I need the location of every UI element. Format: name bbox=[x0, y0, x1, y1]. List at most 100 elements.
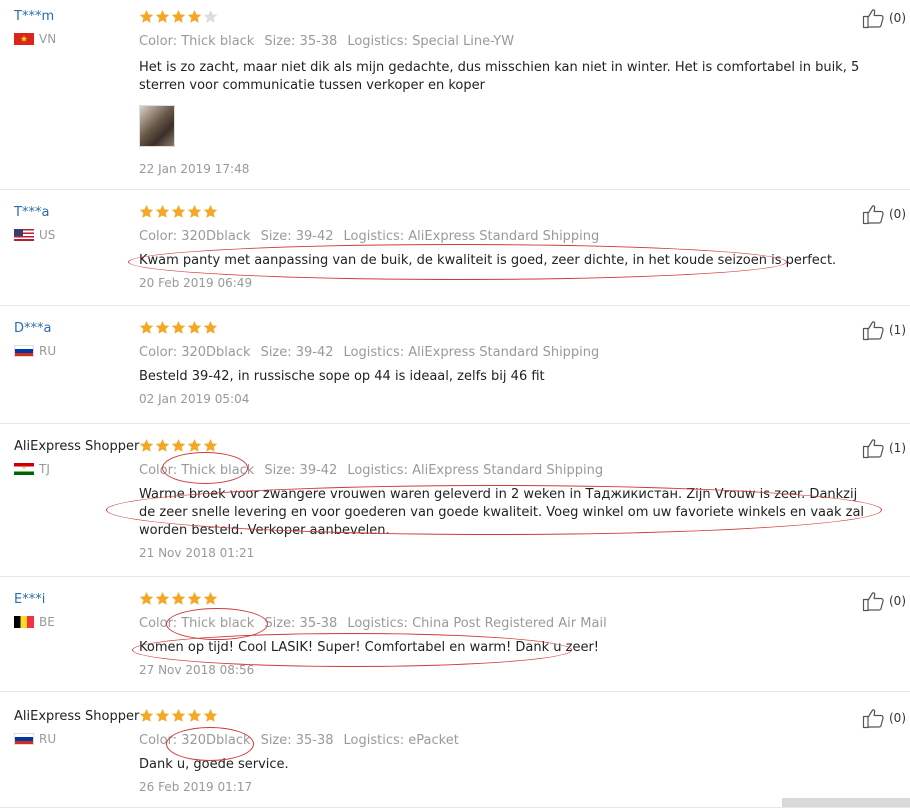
review-logistics: Logistics: Special Line-YW bbox=[347, 34, 515, 49]
star-filled-icon bbox=[139, 9, 154, 24]
reviewer-name[interactable]: E***i bbox=[14, 592, 139, 607]
review-attributes: Color: Thick black Size: 35-38 Logistics: … bbox=[139, 34, 869, 49]
review-item: T***m VN Color: Thick black Size: 35-38 Lo… bbox=[0, 0, 910, 190]
star-filled-icon bbox=[139, 204, 154, 219]
helpful-count: (0) bbox=[889, 11, 906, 25]
thumbs-up-icon bbox=[862, 319, 886, 341]
star-filled-icon bbox=[187, 708, 202, 723]
star-filled-icon bbox=[171, 204, 186, 219]
reviewer-info: T***m VN bbox=[14, 9, 139, 46]
star-filled-icon bbox=[139, 591, 154, 606]
helpful-button[interactable]: (1) bbox=[862, 437, 906, 459]
review-attributes: Color: Thick black Size: 39-42 Logistics: … bbox=[139, 463, 869, 478]
star-filled-icon bbox=[155, 708, 170, 723]
reviewer-country: VN bbox=[14, 32, 139, 46]
reviewer-info: E***i BE bbox=[14, 592, 139, 629]
review-date: 26 Feb 2019 01:17 bbox=[139, 780, 253, 794]
reviewer-country: TJ bbox=[14, 462, 139, 476]
thumbs-up-icon bbox=[862, 590, 886, 612]
vn-flag-icon bbox=[14, 33, 34, 45]
review-attributes: Color: 320Dblack Size: 39-42 Logistics: Al… bbox=[139, 345, 869, 360]
tj-flag-icon bbox=[14, 463, 34, 475]
star-filled-icon bbox=[155, 591, 170, 606]
helpful-button[interactable]: (0) bbox=[862, 7, 906, 29]
star-filled-icon bbox=[171, 320, 186, 335]
helpful-count: (0) bbox=[889, 207, 906, 221]
reviewer-country: RU bbox=[14, 732, 139, 746]
star-filled-icon bbox=[171, 438, 186, 453]
star-filled-icon bbox=[155, 9, 170, 24]
country-code: BE bbox=[39, 615, 55, 629]
review-logistics: Logistics: ePacket bbox=[343, 733, 459, 748]
star-filled-icon bbox=[155, 204, 170, 219]
reviewer-name: AliExpress Shopper bbox=[14, 439, 140, 454]
review-logistics: Logistics: China Post Registered Air Mai… bbox=[347, 616, 607, 631]
review-item: D***a RU Color: 320Dblack Size: 39-42 Logi… bbox=[0, 305, 910, 424]
star-rating bbox=[139, 708, 869, 724]
review-date: 02 Jan 2019 05:04 bbox=[139, 392, 250, 406]
star-filled-icon bbox=[187, 320, 202, 335]
country-code: US bbox=[39, 228, 56, 242]
reviewer-name[interactable]: T***m bbox=[14, 9, 139, 24]
review-color: Color: 320Dblack bbox=[139, 733, 251, 748]
star-filled-icon bbox=[171, 9, 186, 24]
reviewer-name[interactable]: T***a bbox=[14, 205, 139, 220]
country-code: RU bbox=[39, 732, 57, 746]
review-logistics: Logistics: AliExpress Standard Shipping bbox=[343, 229, 600, 244]
be-flag-icon bbox=[14, 616, 34, 628]
country-code: VN bbox=[39, 32, 57, 46]
review-logistics: Logistics: AliExpress Standard Shipping bbox=[343, 345, 600, 360]
star-filled-icon bbox=[155, 320, 170, 335]
review-logistics: Logistics: AliExpress Standard Shipping bbox=[347, 463, 604, 478]
review-item: E***i BE Color: Thick black Size: 35-38 Lo… bbox=[0, 576, 910, 692]
review-item: AliExpress Shopper RU Color: 320Dblack Si… bbox=[0, 691, 910, 808]
review-attributes: Color: 320Dblack Size: 39-42 Logistics: Al… bbox=[139, 229, 869, 244]
star-filled-icon bbox=[187, 204, 202, 219]
review-size: Size: 35-38 bbox=[260, 733, 334, 748]
helpful-button[interactable]: (1) bbox=[862, 319, 906, 341]
star-filled-icon bbox=[171, 591, 186, 606]
review-text: Besteld 39-42, in russische sope op 44 i… bbox=[139, 369, 545, 384]
reviewer-info: AliExpress Shopper RU bbox=[14, 709, 139, 746]
star-filled-icon bbox=[203, 320, 218, 335]
ru-flag-icon bbox=[14, 345, 34, 357]
star-filled-icon bbox=[203, 591, 218, 606]
review-text: Kwam panty met aanpassing van de buik, d… bbox=[139, 253, 837, 268]
review-text: Komen op tijd! Cool LASIK! Super! Comfor… bbox=[139, 640, 600, 655]
review-photo-thumbnail[interactable] bbox=[139, 105, 175, 147]
reviewer-info: D***a RU bbox=[14, 321, 139, 358]
thumbs-up-icon bbox=[862, 437, 886, 459]
review-color: Color: Thick black bbox=[139, 463, 255, 478]
review-text: Dank u, goede service. bbox=[139, 757, 289, 772]
review-date: 22 Jan 2019 17:48 bbox=[139, 162, 250, 176]
reviewer-info: T***a US bbox=[14, 205, 139, 242]
star-rating bbox=[139, 438, 869, 454]
star-filled-icon bbox=[187, 438, 202, 453]
star-filled-icon bbox=[203, 204, 218, 219]
reviewer-name[interactable]: D***a bbox=[14, 321, 139, 336]
star-filled-icon bbox=[203, 438, 218, 453]
star-filled-icon bbox=[187, 591, 202, 606]
helpful-count: (0) bbox=[889, 711, 906, 725]
star-filled-icon bbox=[187, 9, 202, 24]
ru-flag-icon bbox=[14, 733, 34, 745]
review-date: 21 Nov 2018 01:21 bbox=[139, 546, 255, 560]
review-text: Warme broek voor zwangere vrouwen waren … bbox=[139, 487, 865, 538]
star-empty-icon bbox=[203, 9, 218, 24]
review-item: AliExpress Shopper TJ Color: Thick black… bbox=[0, 423, 910, 577]
review-attributes: Color: 320Dblack Size: 35-38 Logistics: eP… bbox=[139, 733, 869, 748]
review-size: Size: 39-42 bbox=[260, 345, 334, 360]
reviewer-country: US bbox=[14, 228, 139, 242]
review-text: Het is zo zacht, maar niet dik als mijn … bbox=[139, 60, 860, 93]
review-date: 20 Feb 2019 06:49 bbox=[139, 276, 253, 290]
country-code: RU bbox=[39, 344, 57, 358]
star-rating bbox=[139, 204, 869, 220]
helpful-button[interactable]: (0) bbox=[862, 590, 906, 612]
star-filled-icon bbox=[139, 438, 154, 453]
reviewer-country: RU bbox=[14, 344, 139, 358]
review-size: Size: 35-38 bbox=[264, 34, 338, 49]
star-filled-icon bbox=[203, 708, 218, 723]
helpful-button[interactable]: (0) bbox=[862, 203, 906, 225]
star-rating bbox=[139, 9, 869, 25]
helpful-button[interactable]: (0) bbox=[862, 707, 906, 729]
